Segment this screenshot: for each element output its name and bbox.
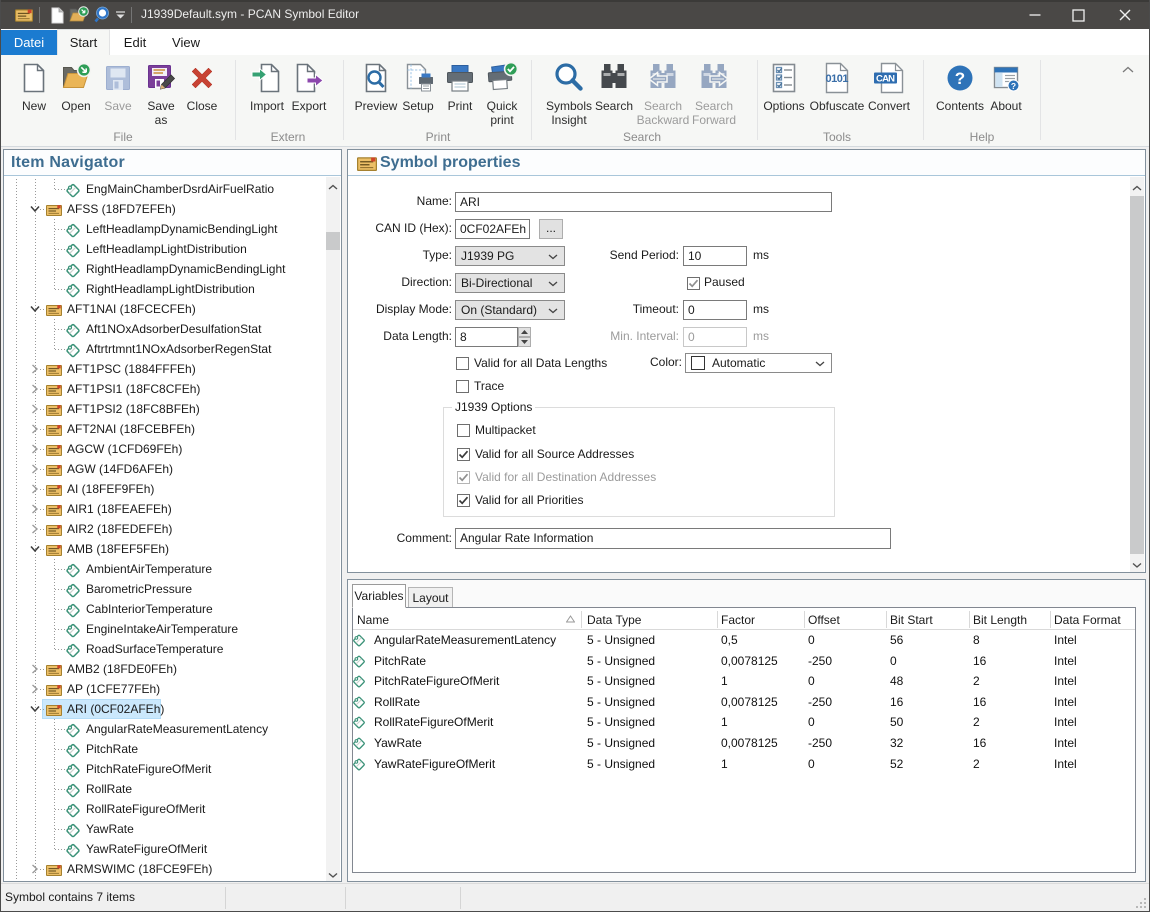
svg-text:?: ?: [955, 69, 965, 88]
svg-text:CAN: CAN: [876, 74, 895, 85]
svg-text:0101: 0101: [826, 73, 849, 85]
svg-text:?: ?: [1011, 81, 1016, 91]
